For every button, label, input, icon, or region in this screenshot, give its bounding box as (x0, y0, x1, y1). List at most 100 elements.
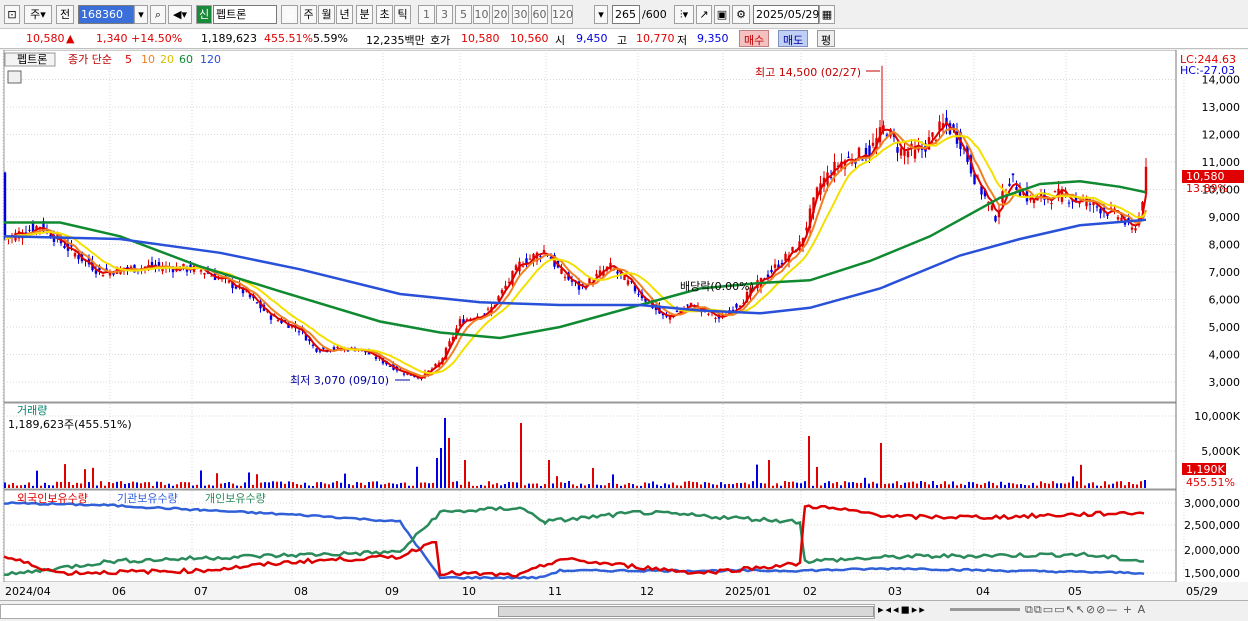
minute-option-10[interactable]: 10 (473, 5, 490, 24)
volume-bar (740, 483, 742, 488)
volume-bar (88, 482, 90, 488)
minute-option-1[interactable]: 1 (418, 5, 435, 24)
volume-bar (952, 481, 954, 488)
volume-bar (1072, 476, 1074, 488)
volume-bar (664, 483, 666, 488)
volume-bar (488, 481, 490, 488)
sell-button[interactable]: 매도 (778, 30, 809, 47)
high-price: 10,770 (636, 32, 675, 45)
low-label: 저 (677, 34, 688, 47)
volume-bar (32, 485, 34, 488)
period-tab-1[interactable]: 일 (281, 5, 298, 24)
volume-bar (16, 485, 18, 488)
volume-bar (820, 485, 822, 488)
chart-svg[interactable]: 14,00013,00012,00011,00010,0009,0008,000… (0, 49, 1248, 602)
gear-icon[interactable]: ⚙ (732, 5, 750, 24)
window-icon[interactable]: ⊡ (4, 5, 20, 24)
stock-code-input[interactable]: 168360 (78, 5, 134, 24)
change: 1,340 (96, 32, 128, 45)
volume-bar (160, 482, 162, 488)
buy-button[interactable]: 매수 (739, 30, 770, 47)
ma5-label: 5 (125, 53, 132, 66)
volume-bar (484, 485, 486, 488)
candle-body (1078, 202, 1081, 204)
volume-bar (1120, 481, 1122, 488)
chart-area[interactable]: 14,000 13,000 12,000 11,000 10,000 9,000 8,000… (0, 49, 1248, 602)
minute-option-30[interactable]: 30 (512, 5, 529, 24)
period-tab-5[interactable]: 분 (356, 5, 373, 24)
candle-body (1050, 203, 1053, 205)
period-tab-4[interactable]: 년 (336, 5, 353, 24)
volume-bar (884, 483, 886, 488)
volume-bar (56, 481, 58, 488)
volume-bar (888, 483, 890, 488)
calendar-icon[interactable]: ▦ (819, 5, 835, 24)
volume-bar (196, 484, 198, 488)
period-tab-3[interactable]: 월 (318, 5, 335, 24)
dividend-annotation: 배당락(0.00%) (680, 280, 754, 293)
period-tab-2[interactable]: 주 (300, 5, 317, 24)
scrollbar-thumb[interactable] (498, 606, 874, 617)
period-select[interactable]: 주▾ (24, 5, 52, 24)
bottom-tool-icons[interactable]: ⧉⧉▭▭↖↖⊘⊘— + A (1025, 603, 1146, 617)
candle-body (315, 348, 318, 352)
volume-last-label: 1,190K (1186, 463, 1225, 476)
speaker-icon[interactable]: ◀▾ (168, 5, 192, 24)
volume-bar (460, 484, 462, 488)
count-input[interactable]: 265 (612, 5, 640, 24)
volume-bar (268, 482, 270, 488)
volume-bar (120, 481, 122, 488)
volume-bar (512, 482, 514, 488)
volume-bar (112, 483, 114, 488)
minute-option-5[interactable]: 5 (455, 5, 472, 24)
date-input[interactable]: 2025/05/29 (753, 5, 819, 24)
volume-bar (908, 482, 910, 488)
candle-body (906, 151, 910, 158)
minute-option-3[interactable]: 3 (436, 5, 453, 24)
period-tab-6[interactable]: 초 (376, 5, 393, 24)
volume-bar (200, 470, 202, 488)
playback-controls[interactable]: ▸◂◂◼▸▸ (878, 603, 927, 616)
minute-option-60[interactable]: 60 (531, 5, 548, 24)
minute-dropdown-icon[interactable]: ▾ (594, 5, 608, 24)
volume-tick: 10,000K (1194, 410, 1240, 423)
volume-bar (724, 484, 726, 488)
zoom-slider[interactable] (950, 608, 1020, 611)
volume-bar (116, 481, 118, 488)
minute-option-120[interactable]: 120 (551, 5, 573, 24)
save-icon[interactable]: ▣ (714, 5, 730, 24)
hc-value: HC:-27.03 (1180, 64, 1235, 77)
price-panel-frame (3, 49, 1177, 403)
volume-bar (736, 482, 738, 488)
volume-bar (68, 481, 70, 488)
volume-bar (624, 484, 626, 488)
volume-bar (300, 484, 302, 488)
candle-body (1067, 202, 1071, 204)
volume-bar (640, 485, 642, 488)
volume-bar (1108, 484, 1110, 488)
stock-tab[interactable]: 펩트론 (17, 53, 47, 66)
volume-bar (568, 481, 570, 488)
volume-bar (932, 481, 934, 488)
x-axis-label: 02 (803, 585, 817, 598)
volume-bar (708, 482, 710, 488)
candle-type-icon[interactable]: ⫶▾ (674, 5, 694, 24)
eval-button[interactable]: 평 (817, 30, 836, 47)
stock-name-field[interactable]: 펩트론 (213, 5, 277, 24)
volume-bar (780, 485, 782, 488)
grid-toggle-icon[interactable] (7, 70, 22, 84)
price-tick: 11,000 (1202, 156, 1241, 169)
volume-bar (1016, 484, 1018, 488)
search-icon[interactable]: ⌕ (150, 5, 166, 24)
ma10-label: 10 (141, 53, 155, 66)
turnover: 5.59% (313, 32, 348, 45)
code-dropdown-icon[interactable]: ▾ (134, 5, 148, 24)
minute-option-20[interactable]: 20 (492, 5, 509, 24)
volume-bar (140, 483, 142, 488)
volume-bar (172, 485, 174, 488)
volume-bar (552, 483, 554, 488)
period-tab-7[interactable]: 틱 (394, 5, 411, 24)
draw-tool-icon[interactable]: ↗ (696, 5, 712, 24)
prev-button[interactable]: 전 (56, 5, 74, 24)
ma20-label: 20 (160, 53, 174, 66)
